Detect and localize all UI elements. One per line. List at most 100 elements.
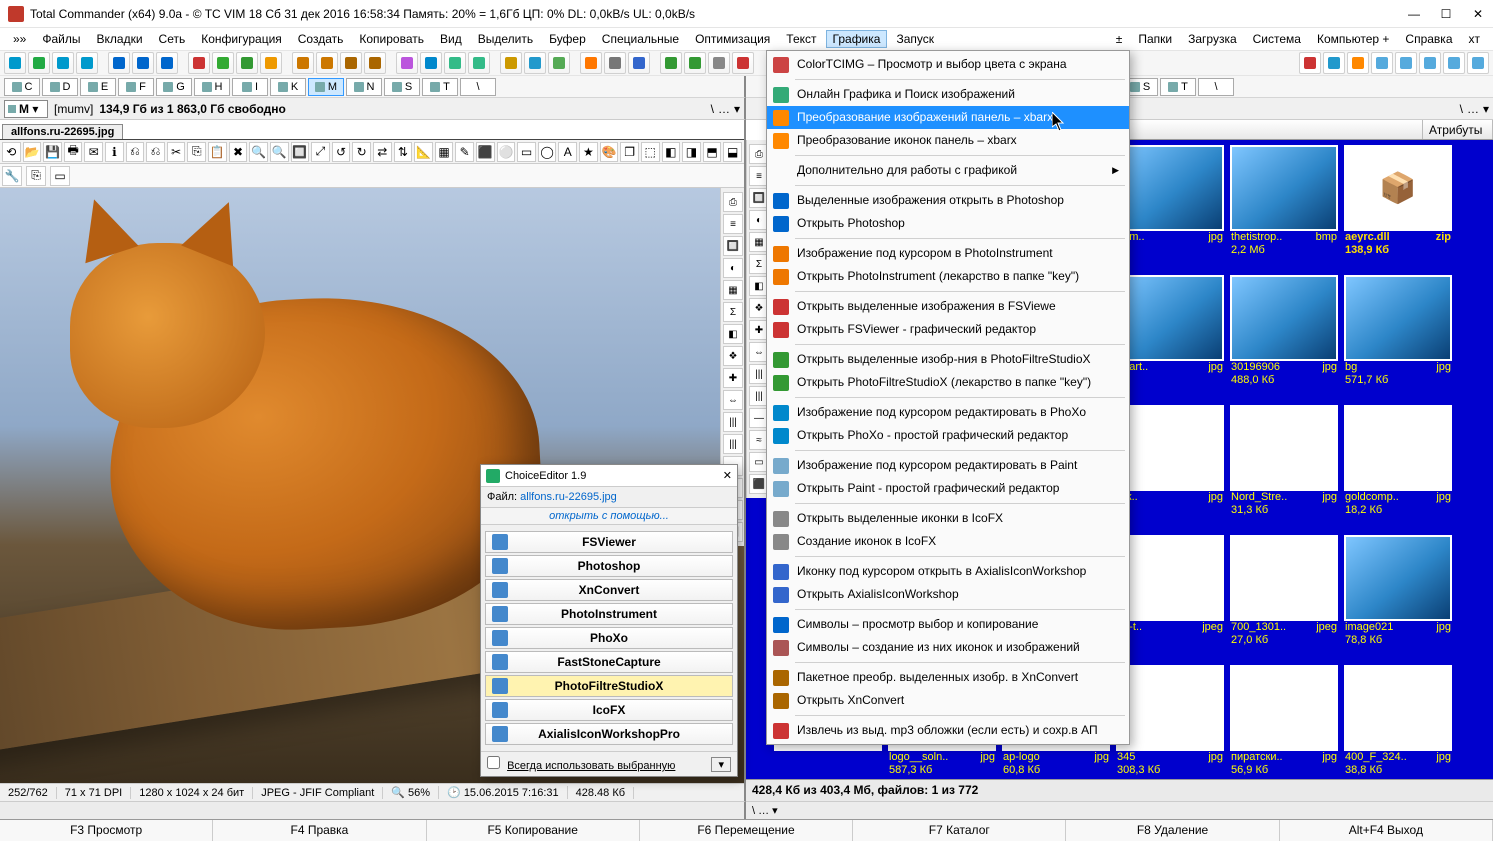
menu-item[interactable]: Изображение под курсором в PhotoInstrume… [767, 242, 1129, 265]
menu-Конфигурация[interactable]: Конфигурация [194, 30, 289, 48]
menu-»»[interactable]: »» [6, 30, 33, 48]
toolbar-button[interactable] [340, 52, 362, 74]
toolbar-button[interactable] [548, 52, 570, 74]
lister-tool[interactable]: ⚪ [497, 142, 516, 162]
menu-item[interactable]: Открыть выделенные иконки в IcoFX [767, 507, 1129, 530]
file-link[interactable]: allfons.ru-22695.jpg [520, 491, 617, 503]
root-button[interactable]: \ [711, 102, 714, 116]
toolbar-button[interactable] [396, 52, 418, 74]
drive-S[interactable]: S [384, 78, 420, 96]
toolbar-button[interactable] [1299, 52, 1321, 74]
toolbar-button[interactable] [76, 52, 98, 74]
lister-tool[interactable]: ℹ [105, 142, 124, 162]
menu-Вкладки[interactable]: Вкладки [90, 30, 150, 48]
menu-item[interactable]: Открыть выделенные изображения в FSViewe [767, 295, 1129, 318]
menu-Загрузка[interactable]: Загрузка [1181, 30, 1244, 48]
menu-Специальные[interactable]: Специальные [595, 30, 686, 48]
menu-Буфер[interactable]: Буфер [542, 30, 593, 48]
fkey[interactable]: F6 Перемещение [640, 820, 853, 841]
lister-tool[interactable]: ⇅ [394, 142, 413, 162]
toolbar-button[interactable] [4, 52, 26, 74]
lister-tool[interactable]: ✉ [84, 142, 103, 162]
thumbnail[interactable]: 400_F_324..jpg38,8 Кб [1342, 664, 1454, 779]
always-checkbox[interactable]: Всегда использовать выбранную [487, 756, 675, 772]
toolbar-button[interactable] [1419, 52, 1441, 74]
side-button[interactable]: ▦ [723, 280, 743, 300]
drive-\[interactable]: \ [460, 78, 496, 96]
toolbar-button[interactable] [1371, 52, 1393, 74]
toolbar-button[interactable] [684, 52, 706, 74]
drive-N[interactable]: N [346, 78, 382, 96]
menu-Папки[interactable]: Папки [1131, 30, 1179, 48]
side-button[interactable]: ||| [723, 412, 743, 432]
menu-item[interactable]: Открыть Photoshop [767, 212, 1129, 235]
close-button[interactable]: ✕ [1471, 7, 1485, 21]
menu-Копировать[interactable]: Копировать [352, 30, 431, 48]
lister-tool[interactable]: ◨ [682, 142, 701, 162]
menu-Файлы[interactable]: Файлы [35, 30, 87, 48]
choice-item-PhoXo[interactable]: PhoXo [485, 627, 733, 649]
thumbnail[interactable]: 30196906jpg488,0 Кб [1228, 274, 1340, 402]
toolbar-button[interactable] [660, 52, 682, 74]
toolbar-button[interactable] [132, 52, 154, 74]
drive-I[interactable]: I [232, 78, 268, 96]
menu-item[interactable]: Создание иконок в IcoFX [767, 530, 1129, 553]
lister-tool[interactable]: ⎌ [126, 142, 145, 162]
lister-tool[interactable]: ◯ [538, 142, 557, 162]
side-button[interactable]: 🔲 [723, 236, 743, 256]
copy-icon[interactable]: ⎘ [26, 166, 46, 186]
side-button[interactable]: ⇔ [723, 390, 743, 410]
lister-tool[interactable]: 💾 [43, 142, 62, 162]
thumbnail[interactable]: 700_1301..jpeg27,0 Кб [1228, 534, 1340, 662]
up-button[interactable]: … [1467, 102, 1479, 116]
menu-Текст[interactable]: Текст [779, 30, 823, 48]
lister-tool[interactable]: 🖶 [64, 142, 83, 162]
toolbar-button[interactable] [1443, 52, 1465, 74]
drive-combo-left[interactable]: M ▾ [4, 100, 48, 118]
lister-tool[interactable]: ⬓ [723, 142, 742, 162]
menu-item[interactable]: Иконку под курсором открыть в AxialisIco… [767, 560, 1129, 583]
menu-Оптимизация[interactable]: Оптимизация [688, 30, 777, 48]
menu-Система[interactable]: Система [1246, 30, 1308, 48]
fkey[interactable]: F7 Каталог [853, 820, 1066, 841]
drive-G[interactable]: G [156, 78, 192, 96]
toolbar-button[interactable] [444, 52, 466, 74]
toolbar-button[interactable] [604, 52, 626, 74]
lister-tool[interactable]: ⇄ [373, 142, 392, 162]
thumbnail[interactable]: thetistrop..bmp2,2 Мб [1228, 144, 1340, 272]
fkey[interactable]: F3 Просмотр [0, 820, 213, 841]
tool-icon[interactable]: 🔧 [2, 166, 22, 186]
side-button[interactable]: ⎙ [723, 192, 743, 212]
thumbnail[interactable]: bgjpg571,7 Кб [1342, 274, 1454, 402]
side-button[interactable]: ✚ [723, 368, 743, 388]
toolbar-button[interactable] [188, 52, 210, 74]
toolbar-button[interactable] [420, 52, 442, 74]
thumbnail[interactable]: 345jpg308,3 Кб [1114, 664, 1226, 779]
fkey[interactable]: Alt+F4 Выход [1280, 820, 1493, 841]
menu-item[interactable]: Открыть выделенные изобр-ния в PhotoFilt… [767, 348, 1129, 371]
history-button[interactable]: ▾ [1483, 102, 1489, 116]
drive-K[interactable]: K [270, 78, 306, 96]
lister-tool[interactable]: A [558, 142, 577, 162]
lister-tool[interactable]: ❐ [620, 142, 639, 162]
menu-item[interactable]: Открыть PhotoInstrument (лекарство в пап… [767, 265, 1129, 288]
up-button[interactable]: … [718, 102, 730, 116]
maximize-button[interactable]: ☐ [1439, 7, 1453, 21]
drive-C[interactable]: C [4, 78, 40, 96]
toolbar-button[interactable] [524, 52, 546, 74]
drive-M[interactable]: M [308, 78, 344, 96]
toolbar-button[interactable] [52, 52, 74, 74]
toolbar-button[interactable] [364, 52, 386, 74]
lister-tool[interactable]: ◧ [662, 142, 681, 162]
toolbar-button[interactable] [468, 52, 490, 74]
menu-±[interactable]: ± [1109, 30, 1130, 48]
drive-H[interactable]: H [194, 78, 230, 96]
side-button[interactable]: ◐ [723, 258, 743, 278]
menu-Графика[interactable]: Графика [826, 30, 888, 48]
lister-tool[interactable]: 🎨 [600, 142, 619, 162]
thumbnail[interactable]: n_art..jpg [1114, 274, 1226, 402]
menu-Справка[interactable]: Справка [1398, 30, 1459, 48]
menu-item[interactable]: Открыть PhotoFiltreStudioX (лекарство в … [767, 371, 1129, 394]
menu-item[interactable]: Открыть AxialisIconWorkshop [767, 583, 1129, 606]
lister-tool[interactable]: ✂ [167, 142, 186, 162]
